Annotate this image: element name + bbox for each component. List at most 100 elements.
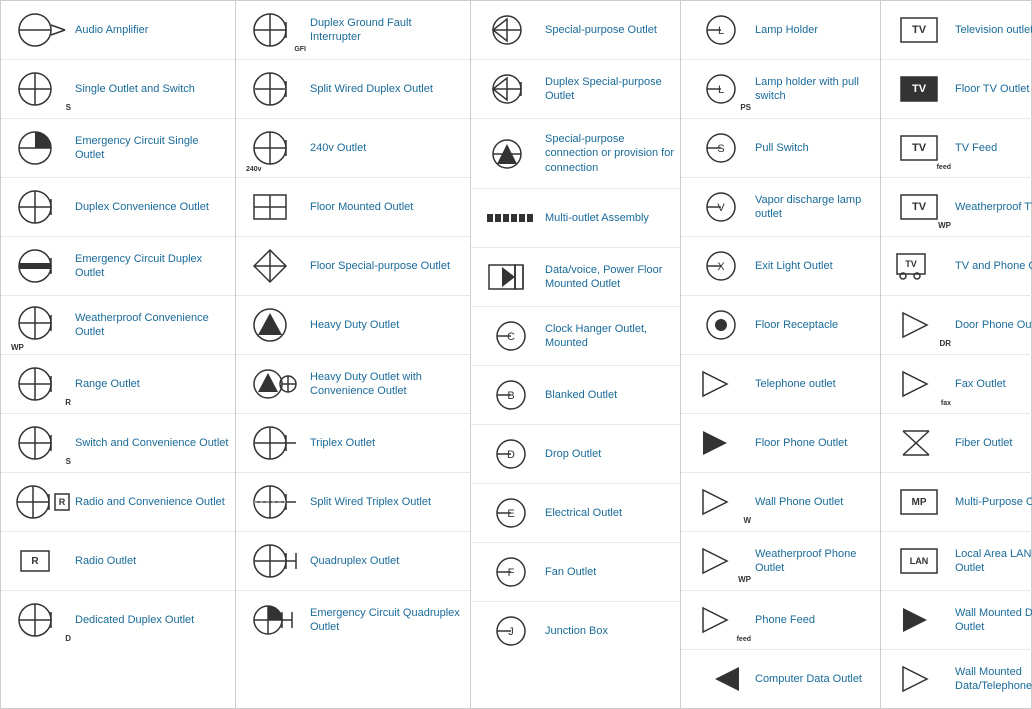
- list-item: Floor Mounted Outlet: [236, 178, 470, 237]
- special-purpose-connection-label: Special-purpose connection or provision …: [545, 132, 674, 175]
- floor-special-purpose-icon: [242, 241, 310, 291]
- column-4: L Lamp Holder L PS Lamp holder with pull…: [681, 1, 881, 708]
- list-item: Heavy Duty Outlet with Convenience Outle…: [236, 355, 470, 414]
- lan-outlet-icon: LAN: [887, 536, 955, 586]
- fan-outlet-icon: F: [477, 547, 545, 597]
- tv-feed-label: TV Feed: [955, 141, 1032, 155]
- emergency-circuit-duplex-icon: [7, 241, 75, 291]
- list-item: L Lamp Holder: [681, 1, 880, 60]
- television-outlet-label: Television outlet: [955, 23, 1032, 37]
- lamp-holder-pull-icon: L PS: [687, 64, 755, 114]
- list-item: D Dedicated Duplex Outlet: [1, 591, 235, 649]
- triplex-outlet-icon: [242, 418, 310, 468]
- list-item: S Pull Switch: [681, 119, 880, 178]
- door-phone-icon: DR: [887, 300, 955, 350]
- audio-amplifier-icon: [7, 5, 75, 55]
- svg-text:V: V: [717, 202, 725, 214]
- list-item: S Switch and Convenience Outlet: [1, 414, 235, 473]
- svg-text:E: E: [507, 508, 514, 520]
- list-item: D Drop Outlet: [471, 425, 680, 484]
- list-item: 240v 240v Outlet: [236, 119, 470, 178]
- list-item: Emergency Circuit Quadruplex Outlet: [236, 591, 470, 649]
- svg-text:L: L: [718, 25, 724, 37]
- list-item: X Exit Light Outlet: [681, 237, 880, 296]
- vapor-discharge-icon: V: [687, 182, 755, 232]
- tv-feed-icon: TV feed: [887, 123, 955, 173]
- weatherproof-tv-label: Weatherproof TV Outlet: [955, 200, 1032, 214]
- list-item: Split Wired Triplex Outlet: [236, 473, 470, 532]
- drop-outlet-label: Drop Outlet: [545, 447, 674, 461]
- floor-tv-label: Floor TV Outlet: [955, 82, 1032, 96]
- svg-text:TV: TV: [905, 259, 917, 269]
- multi-outlet-assembly-icon: [477, 193, 545, 243]
- list-item: V Vapor discharge lamp outlet: [681, 178, 880, 237]
- list-item: Duplex Convenience Outlet: [1, 178, 235, 237]
- duplex-special-purpose-label: Duplex Special-purpose Outlet: [545, 75, 674, 104]
- fax-outlet-icon: fax: [887, 359, 955, 409]
- range-outlet-label: Range Outlet: [75, 377, 229, 391]
- list-item: TV Television outlet: [881, 1, 1032, 60]
- quadruplex-icon: [242, 536, 310, 586]
- emergency-circuit-quadruplex-label: Emergency Circuit Quadruplex Outlet: [310, 606, 464, 635]
- list-item: Emergency Circuit Duplex Outlet: [1, 237, 235, 296]
- switch-convenience-icon: S: [7, 418, 75, 468]
- exit-light-label: Exit Light Outlet: [755, 259, 874, 273]
- list-item: S Single Outlet and Switch: [1, 60, 235, 119]
- 240v-outlet-icon: 240v: [242, 123, 310, 173]
- list-item: Floor Receptacle: [681, 296, 880, 355]
- radio-outlet-icon: R: [7, 536, 75, 586]
- lan-outlet-label: Local Area LAN Network Outlet: [955, 547, 1032, 576]
- svg-text:S: S: [717, 143, 724, 155]
- column-2: GFI Duplex Ground Fault Interrupter Spli…: [236, 1, 471, 708]
- phone-feed-label: Phone Feed: [755, 613, 874, 627]
- special-purpose-icon: [477, 5, 545, 55]
- pull-switch-icon: S: [687, 123, 755, 173]
- list-item: Special-purpose Outlet: [471, 1, 680, 60]
- single-outlet-switch-label: Single Outlet and Switch: [75, 82, 229, 96]
- column-3: Special-purpose Outlet Duplex Special-pu…: [471, 1, 681, 708]
- svg-text:TV: TV: [912, 142, 927, 154]
- wall-mounted-data-label: Wall Mounted Data Outlet: [955, 606, 1032, 635]
- column-1: Audio Amplifier S Single Outlet and Swit…: [1, 1, 236, 708]
- computer-data-label: Computer Data Outlet: [755, 672, 874, 686]
- radio-outlet-label: Radio Outlet: [75, 554, 229, 568]
- list-item: Heavy Duty Outlet: [236, 296, 470, 355]
- dedicated-duplex-icon: D: [7, 595, 75, 645]
- list-item: F Fan Outlet: [471, 543, 680, 602]
- fax-outlet-label: Fax Outlet: [955, 377, 1032, 391]
- list-item: B Blanked Outlet: [471, 366, 680, 425]
- list-item: MP Multi-Purpose Outlet: [881, 473, 1032, 532]
- floor-receptacle-icon: [687, 300, 755, 350]
- list-item: DR Door Phone Outlet: [881, 296, 1032, 355]
- svg-text:TV: TV: [912, 201, 927, 213]
- list-item: LAN Local Area LAN Network Outlet: [881, 532, 1032, 591]
- list-item: Duplex Special-purpose Outlet: [471, 60, 680, 119]
- lamp-holder-label: Lamp Holder: [755, 23, 874, 37]
- heavy-duty-convenience-icon: [242, 359, 310, 409]
- svg-text:TV: TV: [912, 24, 927, 36]
- list-item: Quadruplex Outlet: [236, 532, 470, 591]
- list-item: E Electrical Outlet: [471, 484, 680, 543]
- 240v-outlet-label: 240v Outlet: [310, 141, 464, 155]
- svg-text:B: B: [507, 390, 514, 402]
- heavy-duty-convenience-label: Heavy Duty Outlet with Convenience Outle…: [310, 370, 464, 399]
- list-item: Split Wired Duplex Outlet: [236, 60, 470, 119]
- list-item: feed Phone Feed: [681, 591, 880, 650]
- svg-text:C: C: [507, 331, 515, 343]
- list-item: TV Floor TV Outlet: [881, 60, 1032, 119]
- svg-text:J: J: [508, 626, 514, 638]
- svg-text:R: R: [31, 556, 39, 567]
- list-item: TV feed TV Feed: [881, 119, 1032, 178]
- weatherproof-phone-icon: WP: [687, 536, 755, 586]
- svg-text:D: D: [507, 449, 515, 461]
- duplex-special-purpose-icon: [477, 64, 545, 114]
- list-item: Computer Data Outlet: [681, 650, 880, 708]
- pull-switch-label: Pull Switch: [755, 141, 874, 155]
- split-wired-triplex-label: Split Wired Triplex Outlet: [310, 495, 464, 509]
- heavy-duty-icon: [242, 300, 310, 350]
- list-item: Multi-outlet Assembly: [471, 189, 680, 248]
- junction-box-icon: J: [477, 606, 545, 656]
- tv-phone-icon: TV: [887, 241, 955, 291]
- junction-box-label: Junction Box: [545, 624, 674, 638]
- wall-mounted-data-telephone-icon: [887, 654, 955, 704]
